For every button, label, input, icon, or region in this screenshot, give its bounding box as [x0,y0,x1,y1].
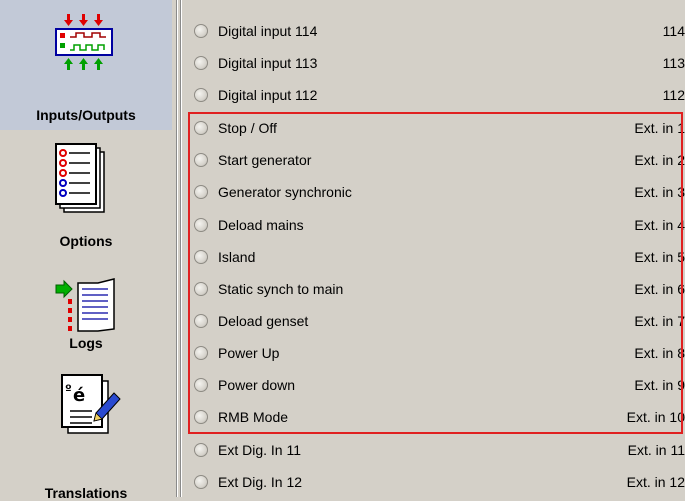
sidebar-item-label: Options [59,233,113,249]
radio-button[interactable] [194,282,208,296]
splitter[interactable] [172,0,186,497]
sidebar-item-inputs-outputs[interactable]: Inputs/Outputs [0,0,172,130]
sidebar-item-options[interactable]: Options [0,130,172,255]
radio-button[interactable] [194,346,208,360]
list-item-value: Ext. in 2 [634,152,685,168]
list-item-label: Power down [218,377,296,393]
radio-button[interactable] [194,24,208,38]
list-item-label: Island [218,249,256,265]
sidebar-item-translations[interactable]: º é Translations [0,365,172,501]
list-item[interactable]: RMB Mode Ext. in 10 [186,402,685,434]
list-item[interactable]: Deload mains Ext. in 4 [186,210,685,242]
radio-button[interactable] [194,314,208,328]
sidebar-item-label: Inputs/Outputs [36,107,136,123]
list-item-value: 112 [662,87,685,103]
radio-button[interactable] [194,88,208,102]
list-item-value: Ext. in 7 [634,313,685,329]
sidebar-item-logs[interactable]: Logs [0,255,172,365]
svg-text:º: º [65,382,72,396]
radio-button[interactable] [194,56,208,70]
list-item-label: Static synch to main [218,281,344,297]
list-item[interactable]: Ext Dig. In 12 Ext. in 12 [186,467,685,499]
sidebar-item-label: Translations [44,485,128,501]
list-item[interactable]: Digital input 113 113 [186,48,685,80]
io-list: Digital input 114 114 Digital input 113 11… [186,0,685,497]
list-item-label: Ext Dig. In 12 [218,474,303,490]
list-item-value: Ext. in 3 [634,184,685,200]
list-item-label: RMB Mode [218,409,289,425]
radio-button[interactable] [194,250,208,264]
list-item[interactable]: Island Ext. in 5 [186,242,685,274]
radio-button[interactable] [194,378,208,392]
list-item[interactable]: Deload genset Ext. in 7 [186,306,685,338]
list-item[interactable]: Power Up Ext. in 8 [186,338,685,370]
sidebar-item-label: Logs [69,335,103,351]
radio-button[interactable] [194,443,208,457]
list-item-label: Generator synchronic [218,184,352,200]
radio-button[interactable] [194,153,208,167]
inputs-outputs-icon [50,10,118,79]
list-item-label: Ext Dig. In 11 [218,442,302,458]
radio-button[interactable] [194,410,208,424]
radio-button[interactable] [194,475,208,489]
list-item-label: Digital input 114 [218,23,318,39]
list-item-value: 114 [662,23,685,39]
list-item[interactable]: Digital input 112 112 [186,80,685,112]
radio-button[interactable] [194,218,208,232]
list-item[interactable]: Generator synchronic Ext. in 3 [186,177,685,209]
list-item-value: Ext. in 1 [634,120,685,136]
radio-button[interactable] [194,185,208,199]
list-item[interactable]: Digital input 114 114 [186,16,685,48]
translations-icon: º é [56,373,126,442]
list-item-label: Power Up [218,345,280,361]
list-item-value: Ext. in 11 [627,442,685,458]
logs-icon [50,275,120,340]
list-item-label: Digital input 112 [218,87,318,103]
list-item-value: 113 [662,55,685,71]
list-item-label: Deload genset [218,313,309,329]
list-item-label: Digital input 113 [218,55,318,71]
list-item-label: Start generator [218,152,312,168]
list-item-value: Ext. in 10 [626,409,685,425]
radio-button[interactable] [194,121,208,135]
list-item[interactable]: Stop / Off Ext. in 1 [186,113,685,145]
list-item-label: Deload mains [218,217,304,233]
svg-text:é: é [73,385,85,406]
list-item-value: Ext. in 12 [626,474,685,490]
list-item[interactable]: Start generator Ext. in 2 [186,145,685,177]
list-item[interactable]: Power down Ext. in 9 [186,370,685,402]
list-item[interactable]: Static synch to main Ext. in 6 [186,274,685,306]
list-item-value: Ext. in 6 [634,281,685,297]
list-item[interactable]: Ext Dig. In 11 Ext. in 11 [186,435,685,467]
list-item-value: Ext. in 5 [634,249,685,265]
list-item-label: Stop / Off [218,120,277,136]
list-item-value: Ext. in 8 [634,345,685,361]
sidebar: Inputs/Outputs Options Logs º é Translat… [0,0,172,501]
list-item-value: Ext. in 9 [634,377,685,393]
list-item-value: Ext. in 4 [634,217,685,233]
options-icon [54,142,114,223]
